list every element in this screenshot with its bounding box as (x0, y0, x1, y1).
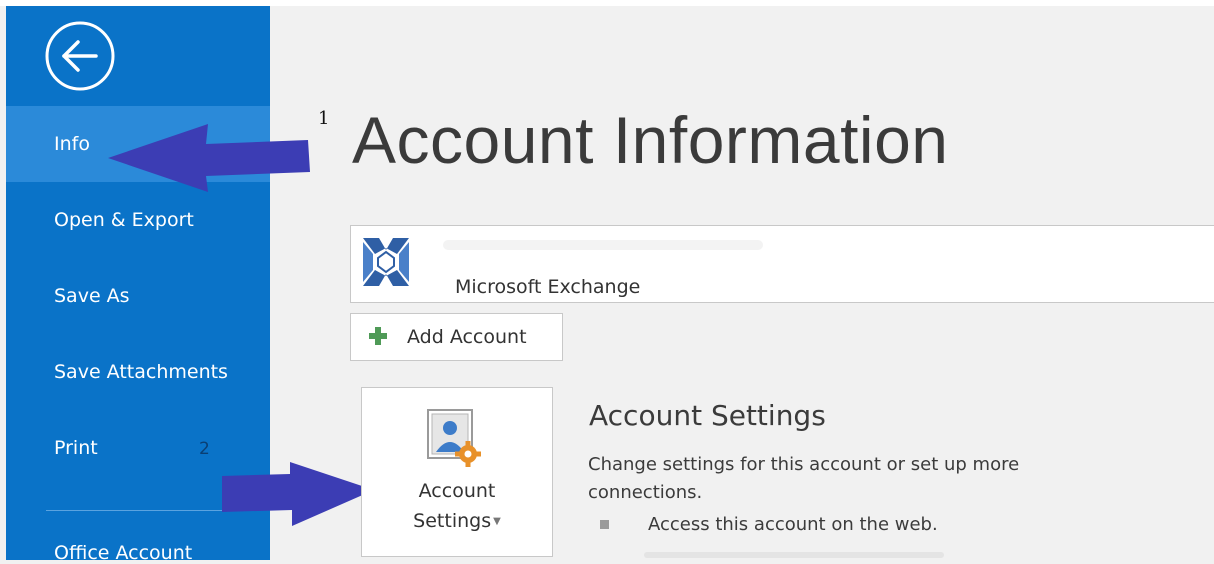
sidebar-divider (46, 510, 236, 511)
account-settings-description-2: connections. (588, 482, 703, 503)
cut-off-text-line (644, 552, 944, 558)
account-settings-heading: Account Settings (589, 399, 826, 432)
account-settings-icon (427, 409, 481, 467)
account-settings-description-1: Change settings for this account or set … (588, 454, 1020, 475)
access-account-web-link[interactable]: Access this account on the web. (648, 514, 938, 535)
annotation-marker-2: 2 (199, 439, 210, 459)
plus-icon (369, 327, 387, 345)
sidebar-item-save-attachments[interactable]: Save Attachments (6, 334, 270, 410)
account-selector[interactable]: Microsoft Exchange (350, 225, 1214, 303)
account-email-redacted (443, 240, 763, 250)
sidebar-item-label: Save As (54, 285, 130, 307)
annotation-arrow-right-icon (222, 462, 374, 526)
sidebar-item-label: Print (54, 437, 98, 459)
account-settings-button-label-2-text: Settings (413, 510, 492, 532)
sidebar-item-label: Open & Export (54, 209, 194, 231)
annotation-arrow-left-icon (108, 124, 310, 192)
exchange-icon (363, 238, 409, 286)
back-button[interactable] (42, 18, 118, 94)
account-settings-button-label-1: Account (418, 480, 496, 502)
back-arrow-icon (45, 21, 115, 91)
sidebar-item-save-as[interactable]: Save As (6, 258, 270, 334)
dropdown-caret-icon: ▼ (493, 516, 501, 527)
sidebar-item-open-export[interactable]: Open & Export (6, 182, 270, 258)
sidebar-item-label: Save Attachments (54, 361, 228, 383)
annotation-marker-1: 1 (318, 108, 330, 129)
account-settings-button[interactable]: Account Settings ▼ (361, 387, 553, 557)
add-account-button[interactable]: Add Account (350, 313, 563, 361)
sidebar-item-office-account[interactable]: Office Account (54, 542, 192, 564)
account-type: Microsoft Exchange (455, 276, 641, 298)
add-account-label: Add Account (407, 326, 527, 348)
bullet-icon (600, 520, 609, 529)
sidebar-item-label: Info (54, 133, 90, 155)
account-settings-button-label-2: Settings ▼ (362, 510, 552, 532)
page-title: Account Information (352, 103, 949, 177)
